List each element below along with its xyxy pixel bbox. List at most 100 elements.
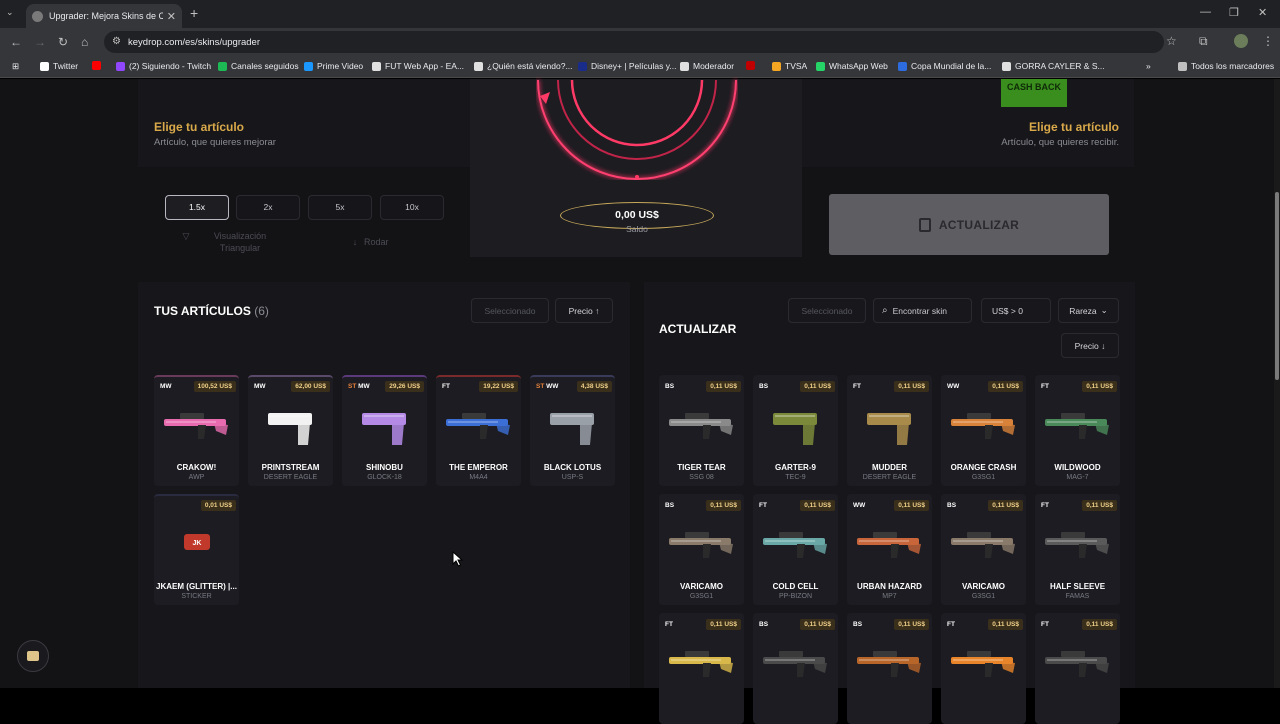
balance-display: 0,00 US$ Saldo	[560, 202, 714, 234]
upgrade-item-card[interactable]: FT 0,11 US$ HALF SLEEVE FAMAS	[1035, 494, 1120, 605]
more-bookmarks-icon[interactable]: »	[1146, 61, 1151, 71]
search-skin-input[interactable]: ⌕ Encontrar skin	[873, 298, 972, 323]
spin-toggle[interactable]: Rodar	[364, 237, 400, 247]
minimize-icon[interactable]: —	[1200, 6, 1211, 18]
all-bookmarks[interactable]: Todos los marcadores	[1178, 61, 1274, 71]
bookmark-favicon-icon	[372, 61, 381, 71]
weapon-image	[669, 413, 733, 439]
upgrade-selected-filter[interactable]: Seleccionado	[788, 298, 866, 323]
inventory-selected-filter[interactable]: Seleccionado	[471, 298, 549, 323]
maximize-icon[interactable]: ❐	[1229, 6, 1239, 19]
wear-badge: FT	[442, 383, 450, 390]
upgrade-item-card[interactable]: WW 0,11 US$ ORANGE CRASH G3SG1	[941, 375, 1026, 486]
upgrade-list-title: ACTUALIZAR	[659, 322, 737, 336]
weapon-image	[669, 651, 733, 677]
forward-icon[interactable]: →	[34, 35, 46, 49]
weapon-type: TEC-9	[785, 474, 806, 481]
price-badge: 0,11 US$	[894, 500, 929, 511]
scrollbar[interactable]	[1274, 79, 1280, 688]
weapon-image	[362, 413, 406, 445]
upgrade-item-card[interactable]: BS 0,11 US$ TIGER TEAR SSG 08	[659, 375, 744, 486]
triangle-icon: ▽	[182, 231, 190, 241]
bookmark-item[interactable]	[746, 61, 759, 70]
multiplier-10x[interactable]: 10x	[380, 195, 444, 220]
bookmark-star-icon[interactable]: ☆	[1166, 34, 1177, 48]
inventory-item-card[interactable]: FT 19,22 US$ THE EMPEROR M4A4	[436, 375, 521, 486]
home-icon[interactable]: ⌂	[81, 35, 88, 49]
upgrade-item-card[interactable]: BS 0,11 US$	[753, 613, 838, 724]
multiplier-2x[interactable]: 2x	[236, 195, 300, 220]
profile-avatar[interactable]	[1234, 34, 1248, 48]
chat-button[interactable]	[17, 640, 49, 672]
bookmark-favicon-icon	[92, 61, 101, 70]
inventory-item-card[interactable]: MW 100,52 US$ CRAKOW! AWP	[154, 375, 239, 486]
upgrade-item-card[interactable]: FT 0,11 US$ COLD CELL PP-BIZON	[753, 494, 838, 605]
bookmark-item[interactable]: GORRA CAYLER & S...	[1002, 61, 1105, 71]
extensions-icon[interactable]: ⧉	[1199, 34, 1208, 49]
upgrade-item-card[interactable]: FT 0,11 US$ WILDWOOD MAG-7	[1035, 375, 1120, 486]
weapon-image	[446, 413, 510, 439]
bookmark-item[interactable]: WhatsApp Web	[816, 61, 888, 71]
bookmark-item[interactable]: Canales seguidos	[218, 61, 299, 71]
url-text[interactable]: keydrop.com/es/skins/upgrader	[128, 37, 260, 48]
scrollbar-thumb[interactable]	[1275, 192, 1279, 380]
upgrade-item-card[interactable]: FT 0,11 US$	[941, 613, 1026, 724]
price-badge: 0,11 US$	[800, 381, 835, 392]
multiplier-5x[interactable]: 5x	[308, 195, 372, 220]
upgrade-item-card[interactable]: BS 0,11 US$ GARTER-9 TEC-9	[753, 375, 838, 486]
new-tab-icon[interactable]: +	[190, 5, 198, 21]
price-badge: 0,11 US$	[1082, 381, 1117, 392]
inventory-item-card[interactable]: ST MW 29,26 US$ SHINOBU GLOCK-18	[342, 375, 427, 486]
bookmark-item[interactable]: (2) Siguiendo - Twitch	[116, 61, 211, 71]
upgrade-item-card[interactable]: BS 0,11 US$ VARICAMO G3SG1	[659, 494, 744, 605]
weapon-image	[867, 413, 911, 445]
upgrade-button[interactable]: ACTUALIZAR	[829, 194, 1109, 255]
bookmark-item[interactable]: Prime Video	[304, 61, 363, 71]
triangular-view-toggle[interactable]: Visualización Triangular	[200, 230, 280, 254]
bookmark-favicon-icon	[218, 61, 227, 71]
wear-badge: FT	[1041, 621, 1049, 628]
browser-tab[interactable]: Upgrader: Mejora Skins de CS2 ✕	[26, 4, 182, 28]
skin-name: VARICAMO	[680, 582, 723, 591]
close-tab-icon[interactable]: ✕	[167, 10, 176, 23]
bookmark-favicon-icon	[816, 61, 825, 71]
browser-menu-icon[interactable]: ⋮	[1262, 34, 1274, 48]
price-badge: 4,38 US$	[576, 381, 612, 392]
wear-badge: FT	[1041, 383, 1049, 390]
min-price-filter[interactable]: US$ > 0	[981, 298, 1051, 323]
close-window-icon[interactable]: ✕	[1258, 6, 1267, 19]
apps-grid-icon[interactable]: ⊞	[12, 61, 19, 72]
upgrade-item-card[interactable]: BS 0,11 US$ VARICAMO G3SG1	[941, 494, 1026, 605]
upgrade-item-card[interactable]: FT 0,11 US$ MUDDER DESERT EAGLE	[847, 375, 932, 486]
upgrade-chance-ring	[536, 79, 738, 180]
upgrade-item-card[interactable]: FT 0,11 US$	[659, 613, 744, 724]
back-icon[interactable]: ←	[10, 35, 22, 49]
skin-name: MUDDER	[871, 463, 908, 472]
upgrade-item-card[interactable]: WW 0,11 US$ URBAN HAZARD MP7	[847, 494, 932, 605]
skin-name: HALF SLEEVE	[1049, 582, 1106, 591]
weapon-type: M4A4	[469, 474, 488, 481]
inventory-sort-price[interactable]: Precio ↑	[555, 298, 613, 323]
inventory-item-card[interactable]: 0,01 US$ JK JKAEM (GLITTER) |... STICKER	[154, 494, 239, 605]
bookmark-item[interactable]: Copa Mundial de la...	[898, 61, 991, 71]
bookmark-item[interactable]: TVSA	[772, 61, 807, 71]
bookmark-item[interactable]	[92, 61, 105, 70]
weapon-image	[773, 413, 817, 445]
inventory-item-card[interactable]: ST WW 4,38 US$ BLACK LOTUS USP-S	[530, 375, 615, 486]
weapon-type: G3SG1	[971, 474, 996, 481]
inventory-item-card[interactable]: MW 62,00 US$ PRINTSTREAM DESERT EAGLE	[248, 375, 333, 486]
upgrade-item-card[interactable]: BS 0,11 US$	[847, 613, 932, 724]
cashback-badge[interactable]: CASH BACK	[1001, 79, 1067, 107]
site-info-icon[interactable]: ⚙	[112, 36, 121, 47]
wear-badge: WW	[853, 502, 866, 509]
multiplier-1-5x[interactable]: 1.5x	[165, 195, 229, 220]
reload-icon[interactable]: ↻	[58, 35, 68, 49]
inventory-count: (6)	[254, 304, 269, 318]
upgrade-item-card[interactable]: FT 0,11 US$	[1035, 613, 1120, 724]
bookmark-item[interactable]: FUT Web App - EA...	[372, 61, 464, 71]
bookmark-item[interactable]: Twitter	[40, 61, 78, 71]
upgrade-sort-price[interactable]: Precio ↓	[1061, 333, 1119, 358]
address-bar[interactable]	[104, 31, 1164, 53]
tab-search-icon[interactable]: ⌄	[6, 7, 14, 18]
rarity-dropdown[interactable]: Rareza ⌄	[1058, 298, 1119, 323]
